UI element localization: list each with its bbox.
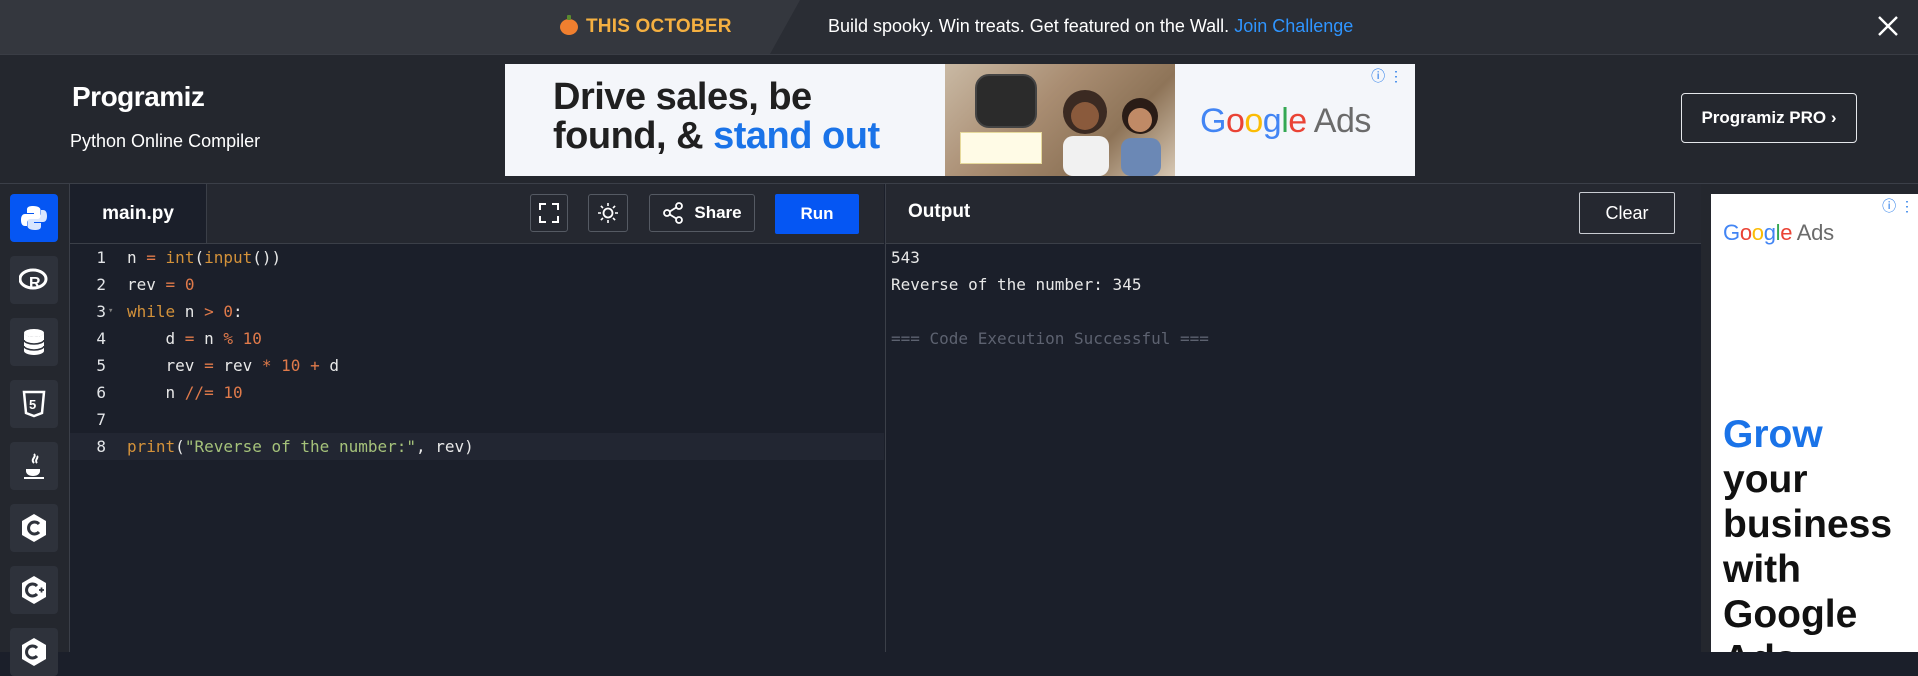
output-line: 543: [891, 248, 920, 267]
code-text: n = int(input()): [127, 248, 282, 267]
code-line: 2 rev = 0: [70, 271, 884, 298]
code-line: 7: [70, 406, 884, 433]
page-title: Python Online Compiler: [70, 131, 261, 151]
fold-arrow-icon[interactable]: ▾: [108, 298, 113, 325]
line-number: 8: [96, 437, 106, 456]
line-number: 1: [96, 248, 106, 267]
run-button[interactable]: Run: [775, 194, 859, 234]
code-text: print("Reverse of the number:", rev): [127, 437, 474, 456]
code-line: 3 ▾ while n > 0:: [70, 298, 884, 325]
output-toolbar: Output Clear: [885, 184, 1701, 244]
side-ad-column: ⓘ ⋮ Google Ads Grow your business with G…: [1701, 184, 1918, 652]
theme-toggle-sun-icon[interactable]: [588, 194, 628, 232]
svg-text:R: R: [29, 275, 41, 292]
ad-banner[interactable]: Drive sales, be found, & stand out Googl…: [505, 64, 1415, 176]
close-icon[interactable]: [1872, 10, 1904, 42]
promo-message-text: Build spooky. Win treats. Get featured o…: [828, 16, 1230, 36]
output-console: 543 Reverse of the number: 345 === Code …: [885, 244, 1701, 652]
line-number: 5: [96, 356, 106, 375]
output-line: Reverse of the number: 345: [891, 275, 1142, 294]
code-text: rev = 0: [127, 275, 195, 294]
share-icon: [663, 202, 684, 224]
line-number: 2: [96, 275, 106, 294]
share-button[interactable]: Share: [649, 194, 755, 232]
google-ads-logo: Google Ads: [1200, 102, 1371, 140]
output-title: Output: [908, 201, 971, 222]
fullscreen-icon[interactable]: [530, 194, 568, 232]
promo-banner: THIS OCTOBER Build spooky. Win treats. G…: [0, 0, 1918, 55]
promo-badge-label: THIS OCTOBER: [586, 16, 732, 37]
csharp-language-icon[interactable]: [10, 628, 58, 676]
ad-info-icon[interactable]: ⓘ ⋮: [1371, 66, 1403, 86]
sql-database-icon[interactable]: [10, 318, 58, 366]
clear-button[interactable]: Clear: [1579, 192, 1675, 234]
ad-headline-start: found, &: [553, 115, 714, 157]
code-line: 6 n //= 10: [70, 379, 884, 406]
ad-headline-accent: stand out: [713, 115, 880, 157]
pumpkin-icon: [560, 15, 578, 35]
side-ad-headline: Grow your business with Google Ads: [1723, 412, 1918, 652]
ad-headline-line1: Drive sales, be: [553, 76, 812, 118]
programiz-logo[interactable]: Programiz: [72, 81, 205, 113]
promo-badge: THIS OCTOBER: [560, 15, 732, 39]
join-challenge-link[interactable]: Join Challenge: [1234, 16, 1353, 36]
side-ad[interactable]: ⓘ ⋮ Google Ads Grow your business with G…: [1711, 194, 1918, 652]
code-editor[interactable]: 1 n = int(input()) 2 rev = 0 3 ▾ while n…: [70, 244, 884, 652]
earbuds-case-icon: [975, 74, 1037, 128]
code-line: 1 n = int(input()): [70, 244, 884, 271]
google-ads-logo: Google Ads: [1723, 220, 1834, 245]
line-number: 7: [96, 410, 106, 429]
ad-business-card: [960, 132, 1042, 164]
java-icon[interactable]: [10, 442, 58, 490]
code-text: while n > 0:: [127, 302, 243, 321]
editor-toolbar: main.py Share: [70, 184, 884, 244]
code-line-active: 8 print("Reverse of the number:", rev): [70, 433, 884, 460]
code-line: 5 rev = rev * 10 + d: [70, 352, 884, 379]
c-language-icon[interactable]: [10, 504, 58, 552]
ad-headline: Drive sales, be found, & stand out: [553, 78, 953, 156]
code-text: d = n % 10: [127, 329, 262, 348]
ad-headline-line2: found, & stand out: [553, 117, 953, 156]
language-sidebar: R 5: [0, 184, 70, 676]
programiz-pro-button[interactable]: Programiz PRO ›: [1681, 93, 1857, 143]
side-ad-accent: Grow: [1723, 413, 1823, 456]
execution-status: === Code Execution Successful ===: [891, 329, 1209, 348]
svg-text:5: 5: [29, 397, 36, 412]
python-language-icon[interactable]: [10, 194, 58, 242]
html5-icon[interactable]: 5: [10, 380, 58, 428]
line-number: 3: [96, 302, 106, 321]
ad-info-icon[interactable]: ⓘ ⋮: [1882, 196, 1914, 216]
promo-message: Build spooky. Win treats. Get featured o…: [828, 16, 1353, 37]
site-header: Programiz Python Online Compiler Drive s…: [0, 55, 1918, 184]
code-line: 4 d = n % 10: [70, 325, 884, 352]
cpp-language-icon[interactable]: [10, 566, 58, 614]
line-number: 6: [96, 383, 106, 402]
r-language-icon[interactable]: R: [10, 256, 58, 304]
file-tab-main-py[interactable]: main.py: [70, 184, 207, 243]
line-number: 4: [96, 329, 106, 348]
code-text: n //= 10: [127, 383, 243, 402]
side-ad-rest: your business with Google Ads: [1723, 458, 1893, 652]
code-text: rev = rev * 10 + d: [127, 356, 339, 375]
share-button-label: Share: [694, 203, 742, 222]
